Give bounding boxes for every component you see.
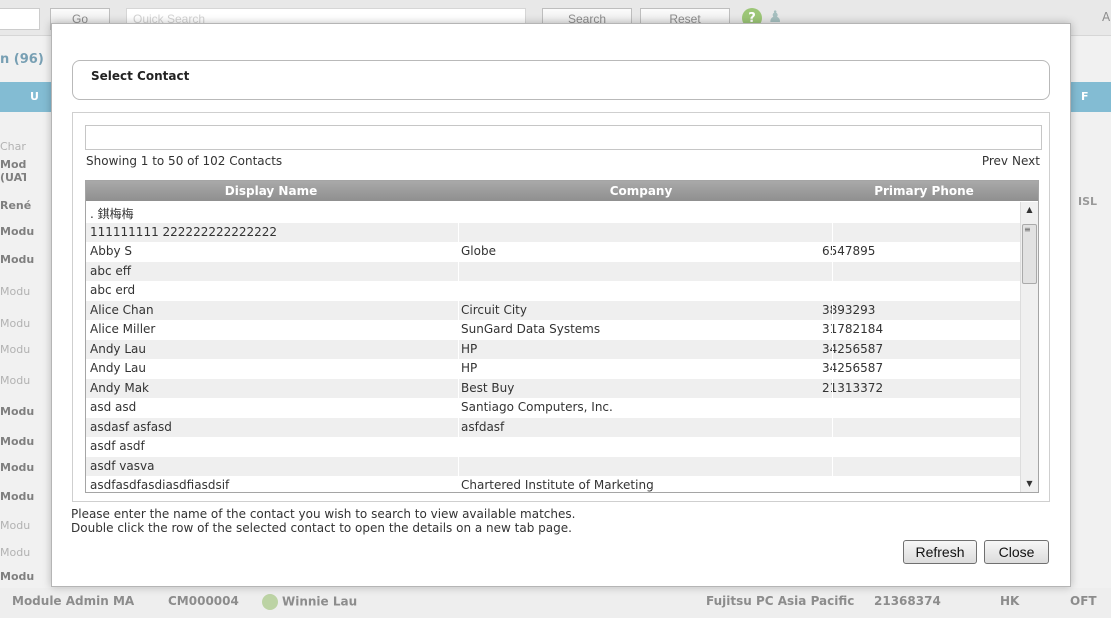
contacts-grid: Display Name Company Primary Phone . 錤梅梅… [85, 180, 1039, 493]
column-separator [458, 320, 459, 340]
column-separator [832, 339, 833, 359]
company-cell: Best Buy [461, 380, 515, 395]
scroll-up-arrow-icon[interactable]: ▲ [1021, 202, 1038, 218]
display-name-cell: Andy Lau [90, 341, 146, 356]
dialog-header: Select Contact [72, 60, 1050, 100]
table-row[interactable]: Alice Miller SunGard Data Systems 31782184 [86, 320, 1020, 340]
primary-phone-cell: 34256587 [822, 361, 884, 375]
column-separator [832, 476, 833, 492]
column-separator [832, 417, 833, 437]
column-separator [832, 359, 833, 379]
column-header-company[interactable]: Company [456, 184, 826, 198]
company-cell: HP [461, 361, 478, 375]
company-cell: Chartered Institute of Marketing [461, 478, 654, 492]
table-row[interactable]: Andy Lau HP 34256587 [86, 339, 1020, 359]
table-row[interactable]: Andy Mak Best Buy 21313372 [86, 378, 1020, 398]
column-separator [832, 300, 833, 320]
column-separator [458, 281, 459, 301]
column-separator [832, 242, 833, 262]
results-count: Showing 1 to 50 of 102 Contacts [86, 154, 283, 168]
primary-phone-cell: 3893293 [822, 302, 876, 317]
column-separator [832, 203, 833, 223]
company-cell: HP [461, 341, 478, 356]
table-row[interactable]: 111111111 222222222222222 [86, 222, 1020, 242]
display-name-cell: asdasf asfasd [90, 419, 172, 434]
column-header-primary-phone[interactable]: Primary Phone [826, 184, 1022, 198]
scrollbar-grip-icon: ≡ [1024, 225, 1031, 234]
instruction-line: Please enter the name of the contact you… [71, 507, 576, 521]
display-name-cell: Alice Chan [90, 302, 154, 317]
display-name-cell: . 錤梅梅 [90, 207, 134, 221]
company-cell: Circuit City [461, 302, 527, 317]
display-name-cell: asdf asdf [90, 439, 145, 453]
column-separator [832, 320, 833, 340]
column-separator [458, 378, 459, 398]
column-separator [458, 476, 459, 492]
grid-rows: . 錤梅梅 111111111 222222222222222 Abby S Glob… [86, 203, 1020, 492]
table-row[interactable]: asd asd Santiago Computers, Inc. [86, 398, 1020, 418]
contact-search-input[interactable] [85, 125, 1042, 150]
display-name-cell: asd asd [90, 400, 137, 414]
table-row[interactable]: asdasf asfasd asfdasf [86, 417, 1020, 437]
next-link[interactable]: Next [1012, 154, 1040, 168]
display-name-cell: Andy Mak [90, 380, 150, 395]
table-row[interactable]: Abby S Globe 6547895 [86, 242, 1020, 262]
instructions: Please enter the name of the contact you… [71, 507, 575, 535]
display-name-cell: Andy Lau [90, 361, 146, 375]
column-separator [458, 261, 459, 281]
column-separator [832, 281, 833, 301]
display-name-cell: asdfasdfasdiasdfiasdsif [90, 478, 230, 492]
column-separator [458, 203, 459, 223]
column-separator [458, 437, 459, 457]
instruction-line: Double click the row of the selected con… [71, 521, 572, 535]
column-separator [832, 222, 833, 242]
scroll-down-arrow-icon[interactable]: ▼ [1021, 476, 1038, 492]
column-separator [458, 339, 459, 359]
pager: Prev Next [982, 154, 1040, 168]
table-row[interactable]: asdfasdfasdiasdfiasdsif Chartered Institu… [86, 476, 1020, 492]
display-name-cell: abc eff [90, 263, 132, 278]
display-name-cell: abc erd [90, 283, 136, 297]
column-separator [458, 456, 459, 476]
primary-phone-cell: 6547895 [822, 244, 876, 258]
column-separator [458, 242, 459, 262]
table-row[interactable]: . 錤梅梅 [86, 203, 1020, 223]
table-row[interactable]: Andy Lau HP 34256587 [86, 359, 1020, 379]
table-row[interactable]: asdf asdf [86, 437, 1020, 457]
company-cell: Globe [461, 244, 496, 258]
dialog-body: Showing 1 to 50 of 102 Contacts Prev Next… [72, 112, 1050, 502]
prev-link[interactable]: Prev [982, 154, 1008, 168]
column-separator [458, 300, 459, 320]
column-separator [832, 261, 833, 281]
display-name-cell: Alice Miller [90, 322, 156, 336]
close-button[interactable]: Close [984, 540, 1049, 564]
column-separator [832, 398, 833, 418]
column-separator [832, 437, 833, 457]
primary-phone-cell: 34256587 [822, 341, 884, 356]
company-cell: Santiago Computers, Inc. [461, 400, 613, 414]
vertical-scrollbar[interactable]: ▲ ≡ ▼ [1020, 202, 1038, 492]
column-separator [832, 378, 833, 398]
column-separator [458, 222, 459, 242]
table-row[interactable]: abc eff [86, 261, 1020, 281]
column-separator [458, 417, 459, 437]
table-row[interactable]: asdf vasva [86, 456, 1020, 476]
company-cell: asfdasf [461, 419, 505, 434]
table-row[interactable]: Alice Chan Circuit City 3893293 [86, 300, 1020, 320]
primary-phone-cell: 21313372 [822, 380, 884, 395]
select-contact-dialog: Select Contact Showing 1 to 50 of 102 Co… [51, 23, 1071, 587]
table-row[interactable]: abc erd [86, 281, 1020, 301]
column-separator [458, 398, 459, 418]
primary-phone-cell: 31782184 [822, 322, 884, 336]
column-separator [832, 456, 833, 476]
display-name-cell: 111111111 222222222222222 [90, 224, 278, 239]
dialog-title: Select Contact [91, 69, 190, 83]
display-name-cell: Abby S [90, 244, 132, 258]
display-name-cell: asdf vasva [90, 458, 155, 473]
refresh-button[interactable]: Refresh [903, 540, 977, 564]
column-header-display-name[interactable]: Display Name [86, 184, 456, 198]
grid-header: Display Name Company Primary Phone [86, 181, 1038, 201]
company-cell: SunGard Data Systems [461, 322, 601, 336]
column-separator [458, 359, 459, 379]
